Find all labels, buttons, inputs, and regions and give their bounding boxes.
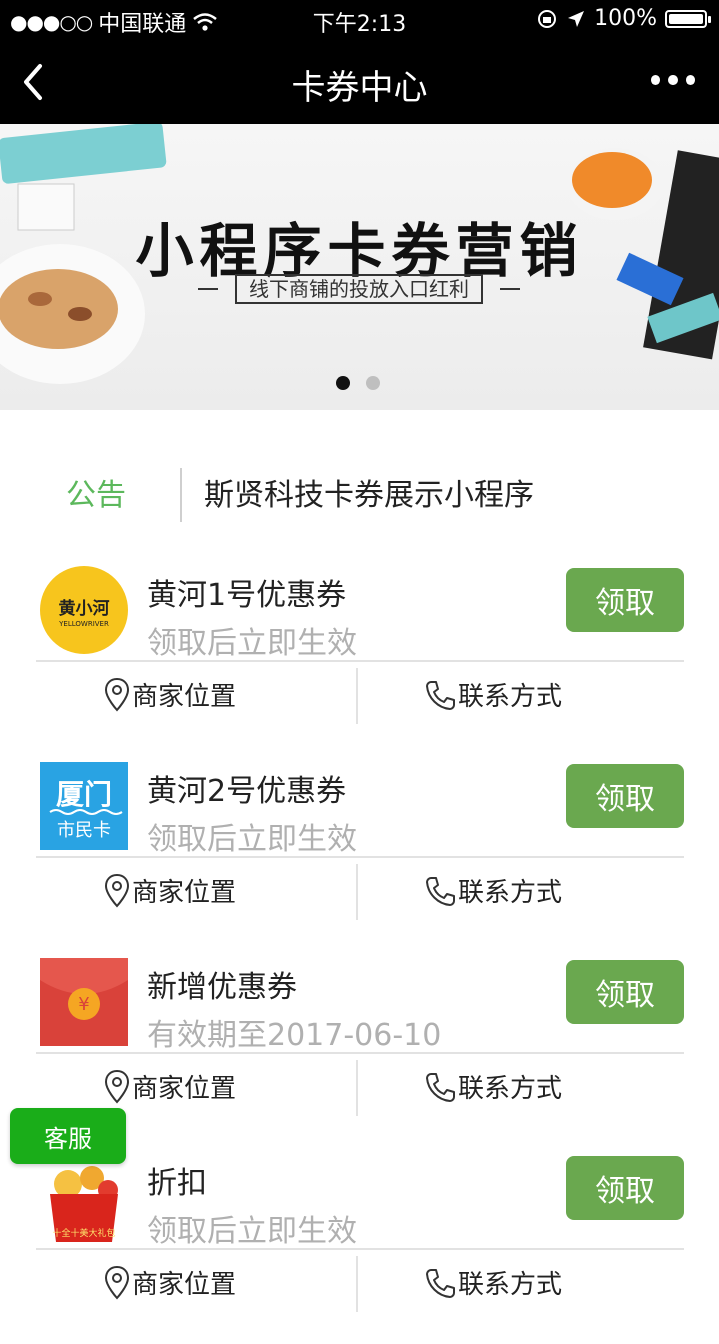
more-dot-icon xyxy=(685,75,695,85)
phone-icon xyxy=(426,876,455,906)
logo-text: ¥ xyxy=(78,994,89,1015)
banner-subtitle: 线下商铺的投放入口红利 xyxy=(235,274,483,304)
contact-label: 联系方式 xyxy=(458,682,563,712)
more-menu-button[interactable] xyxy=(651,68,695,92)
location-pin-icon xyxy=(104,1265,130,1299)
location-label: 商家位置 xyxy=(132,1074,237,1104)
merchant-location-link[interactable]: 商家位置 xyxy=(104,872,236,909)
merchant-location-link[interactable]: 商家位置 xyxy=(104,676,236,713)
action-divider xyxy=(356,1256,358,1312)
receive-button[interactable]: 领取 xyxy=(566,568,684,632)
coupon-name: 折扣 xyxy=(147,1166,207,1201)
coupon-desc: 领取后立即生效 xyxy=(147,822,357,857)
coupon-actions: 商家位置 联系方式 xyxy=(0,858,719,922)
merchant-location-link[interactable]: 商家位置 xyxy=(104,1068,236,1105)
customer-service-button[interactable]: 客服 xyxy=(10,1108,126,1164)
coupon-actions: 商家位置 联系方式 xyxy=(0,1250,719,1314)
status-bar: ●●●○○ 中国联通 下午2:13 100% xyxy=(0,0,719,40)
notice-bar: 公告 斯贤科技卡券展示小程序 xyxy=(0,410,719,560)
coupon-name: 黄河1号优惠券 xyxy=(147,578,347,613)
location-label: 商家位置 xyxy=(132,1270,237,1300)
location-label: 商家位置 xyxy=(132,878,237,908)
action-divider xyxy=(356,1060,358,1116)
receive-button[interactable]: 领取 xyxy=(566,764,684,828)
carousel-dot-active[interactable] xyxy=(336,376,350,390)
coupon-name: 新增优惠券 xyxy=(147,970,297,1005)
phone-icon xyxy=(426,680,455,710)
page-title: 卡券中心 xyxy=(291,68,428,108)
more-dot-icon xyxy=(668,75,678,85)
location-pin-icon xyxy=(104,873,130,907)
contact-link[interactable]: 联系方式 xyxy=(424,676,562,713)
notice-text[interactable]: 斯贤科技卡券展示小程序 xyxy=(204,470,534,514)
contact-link[interactable]: 联系方式 xyxy=(424,1264,562,1301)
phone-icon xyxy=(426,1268,455,1298)
banner-carousel[interactable]: 小程序卡券营销 线下商铺的投放入口红利 xyxy=(0,124,719,410)
coupon-item: 十全十美大礼包 折扣 领取后立即生效 领取 商家位置 联系方式 xyxy=(0,1148,719,1344)
location-pin-icon xyxy=(104,1069,130,1103)
battery-icon xyxy=(665,9,711,28)
battery-percent: 100% xyxy=(594,6,657,31)
banner-subtitle-wrap: 线下商铺的投放入口红利 xyxy=(198,274,520,304)
xiamen-card-logo: 厦门 市民卡 xyxy=(40,762,128,850)
phone-icon xyxy=(426,1072,455,1102)
receive-button[interactable]: 领取 xyxy=(566,960,684,1024)
carousel-dot[interactable] xyxy=(366,376,380,390)
notice-label: 公告 xyxy=(66,478,126,513)
coupon-desc: 有效期至2017-06-10 xyxy=(147,1018,442,1053)
location-arrow-icon xyxy=(568,10,585,27)
logo-subtext: 市民卡 xyxy=(57,820,111,841)
coupon-item: 厦门 市民卡 黄河2号优惠券 领取后立即生效 领取 商家位置 联系方式 xyxy=(0,756,719,952)
coupon-desc: 领取后立即生效 xyxy=(147,1214,357,1249)
red-envelope-logo: ¥ xyxy=(40,958,128,1046)
notice-divider xyxy=(180,468,182,522)
more-dot-icon xyxy=(651,75,661,85)
gift-bag-logo: 十全十美大礼包 xyxy=(40,1154,128,1242)
contact-label: 联系方式 xyxy=(458,1074,563,1104)
action-divider xyxy=(356,668,358,724)
coupon-item: 黄小河 YELLOWRIVER 黄河1号优惠券 领取后立即生效 领取 商家位置 … xyxy=(0,560,719,756)
logo-text: 厦门 xyxy=(56,778,112,811)
contact-link[interactable]: 联系方式 xyxy=(424,872,562,909)
location-label: 商家位置 xyxy=(132,682,237,712)
logo-subtext: 十全十美大礼包 xyxy=(52,1227,115,1239)
contact-label: 联系方式 xyxy=(458,878,563,908)
carousel-indicator xyxy=(336,376,380,390)
action-divider xyxy=(356,864,358,920)
logo-subtext: YELLOWRIVER xyxy=(58,620,109,628)
coupon-desc: 领取后立即生效 xyxy=(147,626,357,661)
rotation-lock-icon xyxy=(538,9,557,28)
yellowriver-logo: 黄小河 YELLOWRIVER xyxy=(40,566,128,654)
contact-label: 联系方式 xyxy=(458,1270,563,1300)
logo-text: 黄小河 xyxy=(59,598,110,619)
coupon-actions: 商家位置 联系方式 xyxy=(0,662,719,726)
merchant-location-link[interactable]: 商家位置 xyxy=(104,1264,236,1301)
nav-bar: 卡券中心 xyxy=(0,40,719,124)
location-pin-icon xyxy=(104,677,130,711)
coupon-name: 黄河2号优惠券 xyxy=(147,774,347,809)
receive-button[interactable]: 领取 xyxy=(566,1156,684,1220)
contact-link[interactable]: 联系方式 xyxy=(424,1068,562,1105)
